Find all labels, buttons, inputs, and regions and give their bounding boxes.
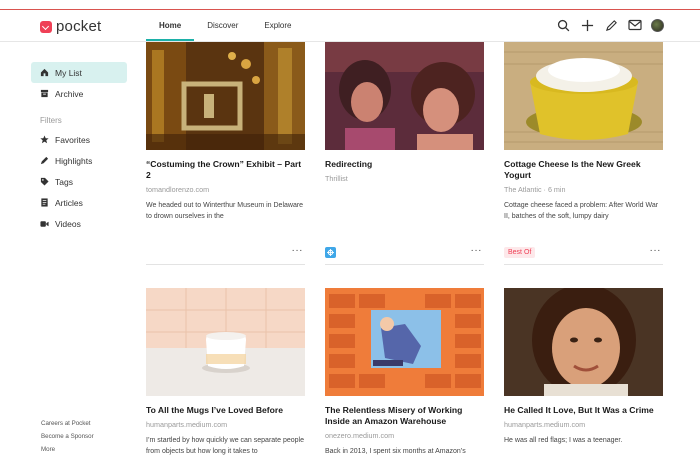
sidebar-item-articles[interactable]: Articles	[31, 192, 127, 213]
article-source: The Atlantic · 6 min	[504, 185, 566, 194]
sidebar-item-videos[interactable]: Videos	[31, 213, 127, 234]
add-icon[interactable]	[579, 17, 595, 33]
article-excerpt: Cottage cheese faced a problem: After Wo…	[504, 202, 659, 220]
article-thumbnail[interactable]	[325, 288, 484, 396]
sidebar-item-tags[interactable]: Tags	[31, 171, 127, 192]
best-of-badge: Best Of	[504, 246, 536, 258]
video-icon	[40, 219, 49, 228]
article-source: tomandlorenzo.com	[146, 185, 210, 194]
article-source: humanparts.medium.com	[504, 420, 586, 429]
article-title[interactable]: “Costuming the Crown” Exhibit – Part 2	[146, 159, 305, 181]
sponsor-link[interactable]: Become a Sponsor	[41, 430, 94, 443]
search-icon[interactable]	[555, 17, 571, 33]
article-icon	[40, 198, 49, 207]
archive-icon	[40, 89, 49, 98]
pocket-share-icon	[325, 246, 336, 258]
article-card[interactable]: The Relentless Misery of Working Inside …	[325, 288, 484, 457]
star-icon	[40, 135, 49, 144]
article-card[interactable]: “Costuming the Crown” Exhibit – Part 2 t…	[146, 42, 305, 265]
pocket-logo[interactable]: pocket	[40, 18, 101, 35]
article-card[interactable]: Cottage Cheese Is the New Greek Yogurt T…	[504, 42, 663, 265]
card-divider	[146, 264, 305, 265]
article-source: Thrillist	[325, 174, 348, 183]
article-excerpt: We headed out to Winterthur Museum in De…	[146, 202, 304, 220]
article-source: onezero.medium.com	[325, 431, 395, 440]
logo-text: pocket	[56, 18, 102, 35]
highlight-pen-icon[interactable]	[603, 17, 619, 33]
more-options-icon[interactable]: ···	[292, 246, 304, 256]
article-title[interactable]: He Called It Love, But It Was a Crime	[504, 405, 663, 416]
article-title[interactable]: Redirecting	[325, 159, 484, 170]
sidebar-item-my-list[interactable]: My List	[31, 62, 127, 83]
home-icon	[40, 68, 49, 77]
article-source: humanparts.medium.com	[146, 420, 228, 429]
sidebar-item-label: My List	[55, 67, 82, 78]
pocket-logo-icon	[40, 20, 52, 33]
article-excerpt: I’m startled by how quickly we can separ…	[146, 437, 304, 455]
card-divider	[325, 264, 484, 265]
sidebar-item-label: Videos	[55, 218, 81, 229]
article-thumbnail[interactable]	[146, 288, 305, 396]
article-card[interactable]: To All the Mugs I’ve Loved Before humanp…	[146, 288, 305, 457]
article-excerpt: He was all red flags; I was a teenager.	[504, 437, 623, 444]
sidebar-item-label: Highlights	[55, 155, 93, 166]
careers-link[interactable]: Careers at Pocket	[41, 417, 94, 430]
article-thumbnail[interactable]	[146, 42, 305, 150]
more-link[interactable]: More	[41, 443, 94, 456]
filters-heading: Filters	[40, 116, 62, 125]
card-footer: ···	[325, 245, 484, 259]
article-thumbnail[interactable]	[504, 42, 663, 150]
sidebar-item-label: Articles	[55, 197, 83, 208]
article-thumbnail[interactable]	[325, 42, 484, 150]
article-excerpt: Back in 2013, I spent six months at Amaz…	[325, 448, 466, 455]
article-thumbnail[interactable]	[504, 288, 663, 396]
article-title[interactable]: The Relentless Misery of Working Inside …	[325, 405, 484, 427]
sidebar-item-highlights[interactable]: Highlights	[31, 150, 127, 171]
tab-home[interactable]: Home	[146, 10, 195, 41]
article-card[interactable]: Redirecting Thrillist ···	[325, 42, 484, 265]
tag-icon	[40, 177, 49, 186]
more-options-icon[interactable]: ···	[650, 246, 662, 256]
card-footer: Best Of ···	[504, 245, 663, 259]
inbox-icon[interactable]	[627, 17, 643, 33]
sidebar-item-archive[interactable]: Archive	[31, 83, 127, 104]
article-card[interactable]: He Called It Love, But It Was a Crime hu…	[504, 288, 663, 446]
tab-explore[interactable]: Explore	[251, 10, 304, 40]
sidebar-item-label: Favorites	[55, 134, 90, 145]
top-bar: pocket Home Discover Explore	[0, 10, 700, 42]
more-options-icon[interactable]: ···	[471, 246, 483, 256]
article-title[interactable]: Cottage Cheese Is the New Greek Yogurt	[504, 159, 663, 181]
sidebar-item-label: Archive	[55, 88, 84, 99]
card-footer: ···	[146, 245, 305, 259]
article-title[interactable]: To All the Mugs I’ve Loved Before	[146, 405, 305, 416]
sidebar-item-label: Tags	[55, 176, 73, 187]
tab-discover[interactable]: Discover	[194, 10, 251, 40]
header-tools	[555, 17, 664, 33]
sidebar: My List Archive Filters Favorites Highli…	[31, 62, 127, 234]
highlight-icon	[40, 156, 49, 165]
sidebar-footer: Careers at Pocket Become a Sponsor More	[41, 417, 94, 456]
card-divider	[504, 264, 663, 265]
main-nav: Home Discover Explore	[146, 10, 304, 41]
avatar[interactable]	[651, 18, 664, 32]
sidebar-item-favorites[interactable]: Favorites	[31, 129, 127, 150]
